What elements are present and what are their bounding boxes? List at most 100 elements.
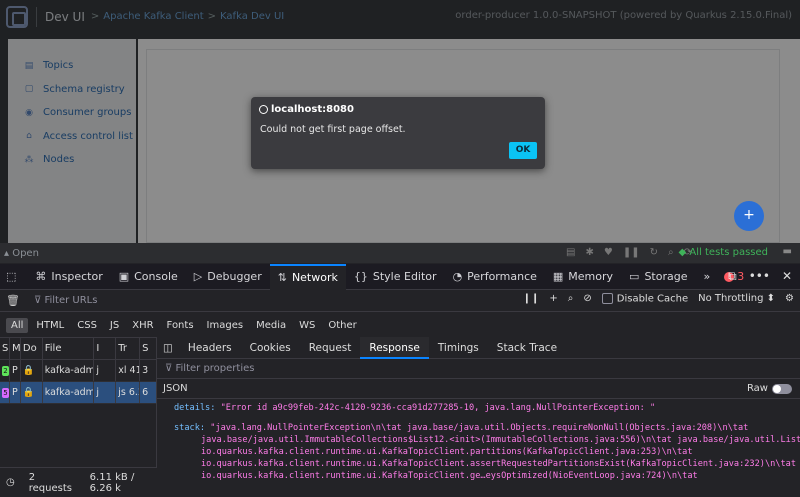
more-tabs-icon[interactable]: » [696, 264, 719, 290]
tab-stack-trace[interactable]: Stack Trace [488, 337, 566, 359]
type-filter-media[interactable]: Media [251, 318, 291, 333]
performance-icon: ◔ [452, 270, 463, 283]
tab-label: Inspector [51, 270, 103, 283]
open-label: Open [12, 247, 39, 259]
pick-element-icon[interactable]: ⬚ [0, 264, 27, 290]
status-badge: 5 [2, 387, 9, 398]
raw-toggle[interactable]: Raw [747, 383, 792, 394]
network-options: ❙❙ + ⌕ ⊘ Disable Cache No Throttling ⬍ ⚙ [523, 293, 794, 305]
open-button[interactable]: ▴ Open [4, 248, 39, 259]
tab-cookies[interactable]: Cookies [241, 337, 300, 359]
dialog-message: Could not get first page offset. [260, 124, 406, 135]
disable-cache-label: Disable Cache [616, 293, 689, 305]
block-icon[interactable]: ⊘ [583, 293, 591, 304]
heart-icon[interactable]: ♥ [604, 247, 613, 258]
search-icon[interactable]: ⌕ [568, 293, 574, 304]
dialog-header: localhost:8080 [259, 104, 354, 115]
tab-memory[interactable]: ▦ Memory [545, 264, 621, 290]
size-cell: 3 [142, 365, 149, 376]
filter-urls-placeholder: Filter URLs [44, 295, 98, 306]
devui-footer: ▴ Open ▤ ✱ ♥ ❚❚ ↻ ⌕ ⟳ ◆ All tests passed… [0, 243, 800, 263]
tests-status-label: All tests passed [689, 247, 768, 258]
table-row-selected[interactable]: 5 P 🔒 kafka-admir j js 6.22 6 [0, 382, 156, 404]
tab-label: Memory [568, 270, 614, 283]
more-options-icon[interactable]: ••• [749, 269, 770, 284]
collapse-icon[interactable]: ▬ [783, 246, 792, 257]
toggle-sidebar-icon[interactable]: ◫ [157, 337, 179, 359]
close-icon[interactable]: ✕ [782, 269, 792, 284]
throttling-select[interactable]: No Throttling ⬍ [698, 293, 775, 304]
type-filter-css[interactable]: CSS [72, 318, 102, 333]
performance-analysis-icon[interactable]: ◷ [6, 477, 15, 488]
tab-headers[interactable]: Headers [179, 337, 241, 359]
initiator-cell: j [94, 360, 117, 381]
tests-status[interactable]: ◆ All tests passed [679, 247, 768, 258]
type-filter-js[interactable]: JS [105, 318, 124, 333]
details-tabs: ◫ Headers Cookies Request Response Timin… [157, 336, 800, 359]
request-table: S M Do File I Tr S 2 P 🔒 kafka-admir j x… [0, 337, 157, 467]
col-transferred[interactable]: Tr [116, 338, 141, 359]
type-filter-other[interactable]: Other [323, 318, 361, 333]
bug-icon[interactable]: ✱ [585, 247, 593, 258]
settings-gear-icon[interactable]: ⚙ [785, 293, 794, 304]
pause-icon[interactable]: ❚❚ [623, 247, 640, 258]
type-filter-ws[interactable]: WS [294, 318, 320, 333]
type-filter-fonts[interactable]: Fonts [162, 318, 199, 333]
json-stack-line: java.base/java.util.ImmutableCollections… [201, 435, 800, 445]
tab-performance[interactable]: ◔ Performance [445, 264, 545, 290]
type-filter-html[interactable]: HTML [31, 318, 69, 333]
network-icon: ⇅ [277, 271, 287, 284]
col-initiator[interactable]: I [94, 338, 117, 359]
tab-debugger[interactable]: ▷ Debugger [186, 264, 270, 290]
status-cell: 2 [0, 360, 10, 381]
col-domain[interactable]: Do [21, 338, 43, 359]
tab-style-editor[interactable]: {} Style Editor [346, 264, 445, 290]
col-file[interactable]: File [43, 338, 95, 359]
type-filter-xhr[interactable]: XHR [127, 318, 158, 333]
ok-button[interactable]: OK [509, 142, 537, 159]
domain-cell: 🔒 [21, 360, 43, 381]
tab-network[interactable]: ⇅ Network [269, 263, 346, 290]
request-details-panel: ◫ Headers Cookies Request Response Timin… [157, 336, 800, 497]
lock-icon: 🔒 [22, 365, 35, 376]
tab-console[interactable]: ▣ Console [111, 264, 186, 290]
type-filter-images[interactable]: Images [202, 318, 249, 333]
tab-storage[interactable]: ▭ Storage [621, 264, 695, 290]
type-cell: xl 41 B [116, 360, 141, 381]
devui-window: Dev UI > Apache Kafka Client > Kafka Dev… [0, 0, 800, 243]
server-icon[interactable]: ▤ [566, 247, 575, 258]
col-method[interactable]: M [10, 338, 21, 359]
refresh-icon[interactable]: ↻ [650, 247, 658, 258]
type-filter-all[interactable]: All [6, 317, 29, 333]
transferred-text: 6.22 [128, 387, 139, 398]
debugger-icon: ▷ [193, 270, 203, 283]
add-icon[interactable]: + [549, 293, 557, 304]
table-row[interactable]: 2 P 🔒 kafka-admir j xl 41 B 3 [0, 360, 156, 382]
col-status[interactable]: S [0, 338, 10, 359]
filter-properties-input[interactable]: ⊽ Filter properties [157, 359, 800, 379]
tab-timings[interactable]: Timings [429, 337, 488, 359]
filter-urls-input[interactable]: ⊽ Filter URLs [34, 295, 98, 306]
tab-response[interactable]: Response [360, 336, 429, 359]
col-size[interactable]: S [140, 338, 156, 359]
clear-trash-icon[interactable]: 🗑 [6, 294, 20, 307]
memory-icon: ▦ [552, 270, 564, 283]
request-count: 2 requests [28, 471, 72, 494]
checkbox-box [601, 293, 613, 304]
dock-icon[interactable]: ⧉ [728, 269, 737, 284]
json-stack-line: io.quarkus.kafka.client.runtime.ui.Kafka… [201, 459, 796, 469]
tab-label: Style Editor [372, 270, 437, 283]
pause-recording-icon[interactable]: ❙❙ [523, 293, 540, 304]
tab-request[interactable]: Request [300, 337, 361, 359]
transfer-size: 6.11 kB / 6.26 k [89, 471, 135, 494]
tab-inspector[interactable]: ⌘ Inspector [27, 264, 110, 290]
search-tests-icon[interactable]: ⌕ [668, 247, 674, 258]
tab-label: Network [291, 271, 338, 284]
globe-icon [259, 105, 268, 114]
initiator-cell: j [94, 382, 117, 403]
json-stack-line: io.quarkus.kafka.client.runtime.ui.Kafka… [201, 471, 698, 481]
json-key: stack: [174, 423, 206, 433]
add-fab-button[interactable]: + [734, 201, 764, 231]
json-stack-line: stack: "java.lang.NullPointerException\n… [174, 423, 800, 435]
disable-cache-checkbox[interactable]: Disable Cache [601, 293, 689, 305]
